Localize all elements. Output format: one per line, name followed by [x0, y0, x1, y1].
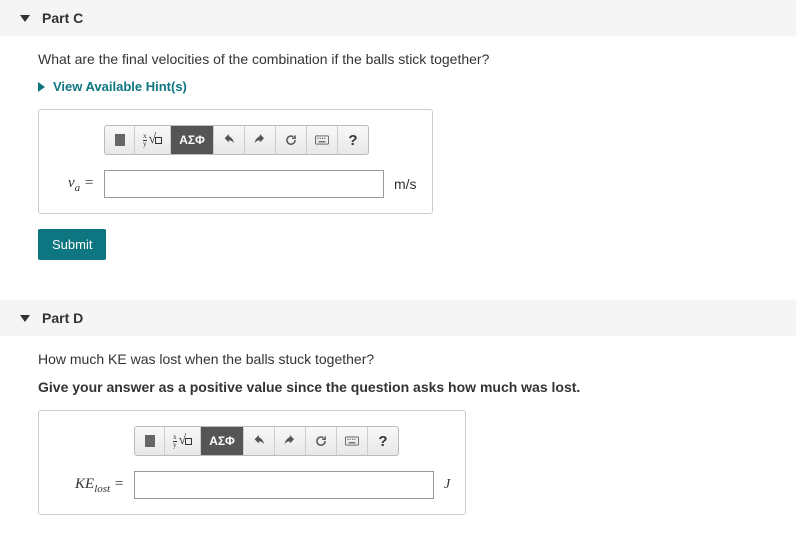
submit-button[interactable]: Submit [38, 229, 106, 260]
redo-button[interactable] [245, 126, 276, 154]
greek-button[interactable]: ΑΣΦ [171, 126, 214, 154]
undo-button[interactable] [214, 126, 245, 154]
undo-icon [222, 133, 236, 147]
instruction-text: Give your answer as a positive value sin… [38, 379, 750, 395]
sqrt-icon: xy √ [173, 433, 192, 449]
question-text: What are the final velocities of the com… [38, 51, 750, 67]
template-button[interactable] [105, 126, 135, 154]
variable-label: va = [54, 175, 94, 194]
part-c-header[interactable]: Part C [0, 0, 796, 36]
answer-box: xy √ ΑΣΦ ? [38, 410, 466, 515]
variable-label: KElost = [54, 476, 124, 495]
math-format-button[interactable]: xy √ [135, 126, 171, 154]
caret-down-icon [20, 15, 30, 22]
undo-button[interactable] [244, 427, 275, 455]
template-button[interactable] [135, 427, 165, 455]
keyboard-button[interactable] [307, 126, 338, 154]
keyboard-icon [345, 434, 359, 448]
template-icon [115, 134, 125, 146]
math-format-button[interactable]: xy √ [165, 427, 201, 455]
hints-toggle[interactable]: View Available Hint(s) [38, 79, 750, 94]
greek-button[interactable]: ΑΣΦ [201, 427, 244, 455]
keyboard-button[interactable] [337, 427, 368, 455]
reset-button[interactable] [306, 427, 337, 455]
redo-icon [283, 434, 297, 448]
help-button[interactable]: ? [368, 427, 398, 455]
part-title: Part C [42, 10, 83, 26]
equation-toolbar: xy √ ΑΣΦ ? [104, 125, 369, 155]
reset-icon [284, 133, 298, 147]
unit-label: J [444, 477, 450, 493]
redo-button[interactable] [275, 427, 306, 455]
undo-icon [252, 434, 266, 448]
redo-icon [253, 133, 267, 147]
keyboard-icon [315, 133, 329, 147]
help-button[interactable]: ? [338, 126, 368, 154]
answer-input-row: va = m/s [54, 170, 417, 198]
equation-toolbar: xy √ ΑΣΦ ? [134, 426, 399, 456]
answer-box: xy √ ΑΣΦ ? [38, 109, 433, 214]
answer-input[interactable] [134, 471, 434, 499]
sqrt-icon: xy √ [143, 132, 162, 148]
reset-icon [314, 434, 328, 448]
part-title: Part D [42, 310, 83, 326]
unit-label: m/s [394, 176, 417, 192]
answer-input-row: KElost = J [54, 471, 450, 499]
template-icon [145, 435, 155, 447]
caret-down-icon [20, 315, 30, 322]
part-d-header[interactable]: Part D [0, 300, 796, 336]
question-text: How much KE was lost when the balls stuc… [38, 351, 750, 367]
answer-input[interactable] [104, 170, 384, 198]
hints-label: View Available Hint(s) [53, 79, 187, 94]
part-d-body: How much KE was lost when the balls stuc… [0, 351, 750, 550]
part-c-body: What are the final velocities of the com… [0, 51, 750, 280]
reset-button[interactable] [276, 126, 307, 154]
caret-right-icon [38, 82, 45, 92]
